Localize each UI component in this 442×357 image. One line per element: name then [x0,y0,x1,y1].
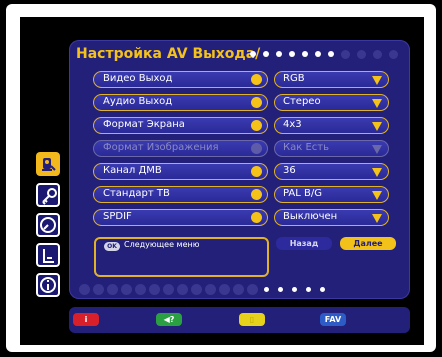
progress-dot [219,284,230,295]
page-dot [263,51,269,57]
page-dot [302,51,308,57]
progress-dot [264,287,269,292]
setting-label: SPDIF [103,211,132,222]
setting-video-output-value[interactable]: RGB [274,71,389,88]
progress-dot [205,284,216,295]
progress-dots [79,284,328,295]
setting-value: Стерео [283,96,321,107]
film-icon[interactable] [36,243,60,267]
page-dot [357,50,366,59]
setting-label: Формат Изображения [103,142,219,153]
dropdown-arrow-icon [372,168,382,177]
progress-dot [79,284,90,295]
red-key-info[interactable]: i [73,313,99,326]
help-box: OK Следующее меню [94,237,269,277]
selector-dot-icon [251,189,262,200]
progress-dot [320,287,325,292]
selector-dot-icon [251,143,262,154]
progress-dot [107,284,118,295]
progress-dot [191,284,202,295]
progress-dot [306,287,311,292]
dropdown-arrow-icon [372,76,382,85]
setting-uhf-channel[interactable]: Канал ДМВ [93,163,268,180]
setting-value: Выключен [283,211,338,222]
dropdown-arrow-icon [372,145,382,154]
progress-dot [233,284,244,295]
blue-key-fav[interactable]: FAV [320,313,346,326]
yellow-key[interactable]: ▯ [239,313,265,326]
page-dot [315,51,321,57]
progress-dot [149,284,160,295]
page-dot [250,51,256,57]
satellite-icon[interactable] [36,152,60,176]
setting-screen-format[interactable]: Формат Экрана [93,117,268,134]
page-dot [389,50,398,59]
dropdown-arrow-icon [372,214,382,223]
setting-screen-format-value[interactable]: 4x3 [274,117,389,134]
clock-icon[interactable] [36,213,60,237]
page-dot [289,51,295,57]
setting-value: RGB [283,73,305,84]
page-title: Настройка AV Выхода/ [76,46,261,62]
setting-spdif[interactable]: SPDIF [93,209,268,226]
setting-spdif-value[interactable]: Выключен [274,209,389,226]
progress-dot [93,284,104,295]
setting-label: Формат Экрана [103,119,185,130]
setting-value: 36 [283,165,296,176]
page-dot [328,51,334,57]
dropdown-arrow-icon [372,122,382,131]
progress-dot [135,284,146,295]
setting-label: Стандарт ТВ [103,188,170,199]
dropdown-arrow-icon [372,99,382,108]
progress-dot [292,287,297,292]
setting-value: 4x3 [283,119,302,130]
page-indicator [250,50,398,59]
setting-picture-format-value: Как Есть [274,140,389,157]
setting-value: PAL B/G [283,188,322,199]
next-button[interactable]: Далее [340,237,396,250]
setting-label: Канал ДМВ [103,165,162,176]
progress-dot [278,287,283,292]
setting-video-output[interactable]: Видео Выход [93,71,268,88]
selector-dot-icon [251,212,262,223]
key-icon[interactable] [36,183,60,207]
progress-dot [177,284,188,295]
setting-audio-output[interactable]: Аудио Выход [93,94,268,111]
selector-dot-icon [251,166,262,177]
progress-dot [163,284,174,295]
progress-dot [121,284,132,295]
setting-tv-standard-value[interactable]: PAL B/G [274,186,389,203]
selector-dot-icon [251,74,262,85]
setting-label: Аудио Выход [103,96,173,107]
selector-dot-icon [251,97,262,108]
progress-dot [247,284,258,295]
page-dot [276,51,282,57]
setting-tv-standard[interactable]: Стандарт ТВ [93,186,268,203]
setting-audio-output-value[interactable]: Стерео [274,94,389,111]
help-text: Следующее меню [124,240,200,249]
setting-value: Как Есть [283,142,329,153]
page-dot [341,50,350,59]
back-button[interactable]: Назад [276,237,332,250]
page-dot [373,50,382,59]
setting-label: Видео Выход [103,73,173,84]
setting-picture-format: Формат Изображения [93,140,268,157]
setting-uhf-channel-value[interactable]: 36 [274,163,389,180]
info-icon[interactable] [36,273,60,297]
selector-dot-icon [251,120,262,131]
green-key-audio[interactable]: ◀? [156,313,182,326]
dropdown-arrow-icon [372,191,382,200]
ok-badge: OK [104,242,120,251]
